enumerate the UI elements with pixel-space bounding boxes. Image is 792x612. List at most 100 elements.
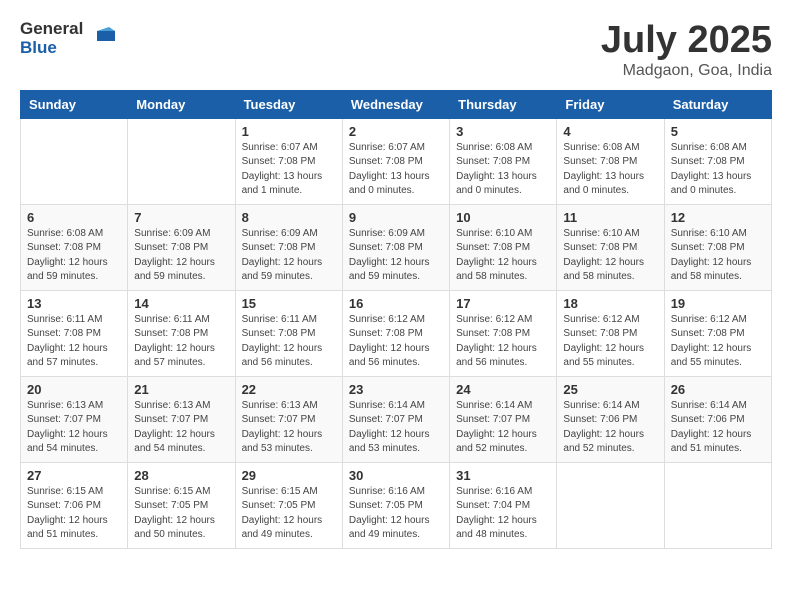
day-number: 3: [456, 124, 550, 139]
day-number: 17: [456, 296, 550, 311]
calendar-cell: 3 Sunrise: 6:08 AM Sunset: 7:08 PM Daylig…: [450, 118, 557, 204]
day-number: 11: [563, 210, 657, 225]
calendar-header-row: SundayMondayTuesdayWednesdayThursdayFrid…: [21, 90, 772, 118]
day-number: 2: [349, 124, 443, 139]
calendar-cell: 11 Sunrise: 6:10 AM Sunset: 7:08 PM Dayli…: [557, 204, 664, 290]
calendar-cell: 27 Sunrise: 6:15 AM Sunset: 7:06 PM Dayli…: [21, 462, 128, 548]
day-info: Sunrise: 6:11 AM Sunset: 7:08 PM Dayligh…: [242, 313, 336, 371]
day-number: 13: [27, 296, 121, 311]
calendar-header-wednesday: Wednesday: [342, 90, 449, 118]
calendar-header-friday: Friday: [557, 90, 664, 118]
day-number: 15: [242, 296, 336, 311]
day-number: 27: [27, 468, 121, 483]
calendar-cell: 15 Sunrise: 6:11 AM Sunset: 7:08 PM Dayli…: [235, 290, 342, 376]
day-number: 8: [242, 210, 336, 225]
calendar-cell: 20 Sunrise: 6:13 AM Sunset: 7:07 PM Dayli…: [21, 376, 128, 462]
calendar-cell: 1 Sunrise: 6:07 AM Sunset: 7:08 PM Daylig…: [235, 118, 342, 204]
day-number: 5: [671, 124, 765, 139]
calendar-week-row: 27 Sunrise: 6:15 AM Sunset: 7:06 PM Dayli…: [21, 462, 772, 548]
logo-icon: [87, 23, 115, 51]
day-number: 1: [242, 124, 336, 139]
day-info: Sunrise: 6:11 AM Sunset: 7:08 PM Dayligh…: [134, 313, 228, 371]
calendar-cell: 24Sunrise: 6:14 AM Sunset: 7:07 PM Dayli…: [450, 376, 557, 462]
day-info: Sunrise: 6:16 AM Sunset: 7:04 PM Dayligh…: [456, 485, 550, 543]
calendar-cell: [664, 462, 771, 548]
day-info: Sunrise: 6:09 AM Sunset: 7:08 PM Dayligh…: [349, 227, 443, 285]
title-block: July 2025 Madgaon, Goa, India: [601, 20, 772, 80]
day-number: 18: [563, 296, 657, 311]
day-info: Sunrise: 6:08 AM Sunset: 7:08 PM Dayligh…: [563, 141, 657, 199]
day-number: 19: [671, 296, 765, 311]
day-number: 29: [242, 468, 336, 483]
calendar-cell: 13 Sunrise: 6:11 AM Sunset: 7:08 PM Dayli…: [21, 290, 128, 376]
calendar-cell: [557, 462, 664, 548]
day-info: Sunrise: 6:08 AM Sunset: 7:08 PM Dayligh…: [456, 141, 550, 199]
day-info: Sunrise: 6:14 AM Sunset: 7:06 PM Dayligh…: [563, 399, 657, 457]
calendar-cell: 14 Sunrise: 6:11 AM Sunset: 7:08 PM Dayli…: [128, 290, 235, 376]
day-number: 10: [456, 210, 550, 225]
day-info: Sunrise: 6:08 AM Sunset: 7:08 PM Dayligh…: [671, 141, 765, 199]
logo-blue-text: Blue: [20, 39, 83, 58]
day-number: 14: [134, 296, 228, 311]
calendar-cell: 22Sunrise: 6:13 AM Sunset: 7:07 PM Dayli…: [235, 376, 342, 462]
day-number: 25: [563, 382, 657, 397]
calendar-cell: 29Sunrise: 6:15 AM Sunset: 7:05 PM Dayli…: [235, 462, 342, 548]
day-info: Sunrise: 6:13 AM Sunset: 7:07 PM Dayligh…: [27, 399, 121, 457]
calendar-cell: 26 Sunrise: 6:14 AM Sunset: 7:06 PM Dayli…: [664, 376, 771, 462]
calendar-header-thursday: Thursday: [450, 90, 557, 118]
day-info: Sunrise: 6:10 AM Sunset: 7:08 PM Dayligh…: [563, 227, 657, 285]
day-info: Sunrise: 6:08 AM Sunset: 7:08 PM Dayligh…: [27, 227, 121, 285]
calendar-header-monday: Monday: [128, 90, 235, 118]
calendar-cell: 10 Sunrise: 6:10 AM Sunset: 7:08 PM Dayli…: [450, 204, 557, 290]
calendar-week-row: 13 Sunrise: 6:11 AM Sunset: 7:08 PM Dayli…: [21, 290, 772, 376]
page-header: General Blue July 2025 Madgaon, Goa, Ind…: [20, 20, 772, 80]
day-info: Sunrise: 6:16 AM Sunset: 7:05 PM Dayligh…: [349, 485, 443, 543]
day-info: Sunrise: 6:09 AM Sunset: 7:08 PM Dayligh…: [134, 227, 228, 285]
calendar-cell: 16Sunrise: 6:12 AM Sunset: 7:08 PM Dayli…: [342, 290, 449, 376]
calendar-cell: 18Sunrise: 6:12 AM Sunset: 7:08 PM Dayli…: [557, 290, 664, 376]
calendar-cell: 6 Sunrise: 6:08 AM Sunset: 7:08 PM Daylig…: [21, 204, 128, 290]
day-info: Sunrise: 6:11 AM Sunset: 7:08 PM Dayligh…: [27, 313, 121, 371]
calendar-week-row: 6 Sunrise: 6:08 AM Sunset: 7:08 PM Daylig…: [21, 204, 772, 290]
day-number: 7: [134, 210, 228, 225]
day-number: 21: [134, 382, 228, 397]
calendar-cell: 30 Sunrise: 6:16 AM Sunset: 7:05 PM Dayli…: [342, 462, 449, 548]
calendar-week-row: 20 Sunrise: 6:13 AM Sunset: 7:07 PM Dayli…: [21, 376, 772, 462]
day-info: Sunrise: 6:07 AM Sunset: 7:08 PM Dayligh…: [349, 141, 443, 199]
calendar-cell: 9 Sunrise: 6:09 AM Sunset: 7:08 PM Daylig…: [342, 204, 449, 290]
day-number: 9: [349, 210, 443, 225]
day-info: Sunrise: 6:14 AM Sunset: 7:06 PM Dayligh…: [671, 399, 765, 457]
day-number: 23: [349, 382, 443, 397]
calendar-cell: 4Sunrise: 6:08 AM Sunset: 7:08 PM Daylig…: [557, 118, 664, 204]
logo: General Blue: [20, 20, 115, 57]
calendar-cell: 2 Sunrise: 6:07 AM Sunset: 7:08 PM Daylig…: [342, 118, 449, 204]
calendar-cell: 8 Sunrise: 6:09 AM Sunset: 7:08 PM Daylig…: [235, 204, 342, 290]
day-number: 28: [134, 468, 228, 483]
day-info: Sunrise: 6:12 AM Sunset: 7:08 PM Dayligh…: [349, 313, 443, 371]
day-info: Sunrise: 6:13 AM Sunset: 7:07 PM Dayligh…: [134, 399, 228, 457]
logo-general-text: General: [20, 20, 83, 39]
day-info: Sunrise: 6:15 AM Sunset: 7:05 PM Dayligh…: [134, 485, 228, 543]
calendar-cell: 7 Sunrise: 6:09 AM Sunset: 7:08 PM Daylig…: [128, 204, 235, 290]
day-number: 20: [27, 382, 121, 397]
day-info: Sunrise: 6:07 AM Sunset: 7:08 PM Dayligh…: [242, 141, 336, 199]
day-number: 30: [349, 468, 443, 483]
month-year-title: July 2025: [601, 20, 772, 62]
day-info: Sunrise: 6:09 AM Sunset: 7:08 PM Dayligh…: [242, 227, 336, 285]
day-number: 26: [671, 382, 765, 397]
day-info: Sunrise: 6:15 AM Sunset: 7:06 PM Dayligh…: [27, 485, 121, 543]
calendar-cell: 23Sunrise: 6:14 AM Sunset: 7:07 PM Dayli…: [342, 376, 449, 462]
calendar-cell: 19Sunrise: 6:12 AM Sunset: 7:08 PM Dayli…: [664, 290, 771, 376]
day-info: Sunrise: 6:13 AM Sunset: 7:07 PM Dayligh…: [242, 399, 336, 457]
location-subtitle: Madgaon, Goa, India: [601, 62, 772, 80]
calendar-cell: 5 Sunrise: 6:08 AM Sunset: 7:08 PM Daylig…: [664, 118, 771, 204]
day-number: 6: [27, 210, 121, 225]
calendar-week-row: 1 Sunrise: 6:07 AM Sunset: 7:08 PM Daylig…: [21, 118, 772, 204]
day-info: Sunrise: 6:10 AM Sunset: 7:08 PM Dayligh…: [456, 227, 550, 285]
calendar-header-tuesday: Tuesday: [235, 90, 342, 118]
calendar-header-sunday: Sunday: [21, 90, 128, 118]
calendar-header-saturday: Saturday: [664, 90, 771, 118]
calendar-cell: 21 Sunrise: 6:13 AM Sunset: 7:07 PM Dayli…: [128, 376, 235, 462]
day-number: 31: [456, 468, 550, 483]
calendar-cell: 31 Sunrise: 6:16 AM Sunset: 7:04 PM Dayli…: [450, 462, 557, 548]
